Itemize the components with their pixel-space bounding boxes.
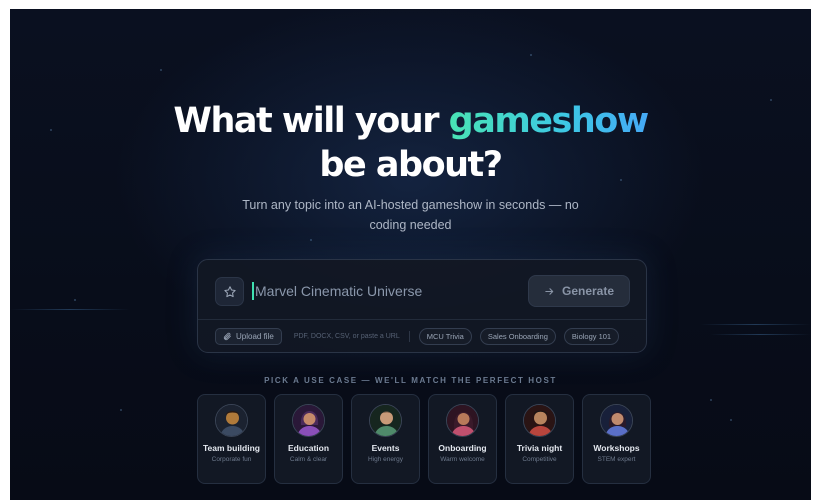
prompt-divider: [198, 319, 646, 320]
use-case-cards: Team building Corporate fun Education Ca…: [197, 394, 651, 484]
suggestion-chip[interactable]: Sales Onboarding: [479, 328, 556, 345]
use-case-title: Team building: [203, 443, 260, 453]
favorite-button[interactable]: [215, 277, 244, 306]
star-icon: [223, 285, 236, 297]
host-avatar: [369, 404, 402, 437]
background-streak: [10, 309, 130, 310]
prompt-options-row: Upload file PDF, DOCX, CSV, or paste a U…: [215, 328, 620, 345]
topic-prompt-box: Generate Upload file PDF, DOCX, CSV, or …: [197, 259, 647, 353]
arrow-right-icon: [545, 287, 554, 295]
chip-separator: [408, 331, 410, 342]
background-particle: [74, 299, 76, 301]
host-avatar: [446, 404, 479, 437]
generate-button[interactable]: Generate: [528, 275, 630, 307]
person-icon: [370, 405, 401, 436]
use-case-title: Trivia night: [516, 443, 563, 453]
background-particle: [120, 409, 122, 411]
paperclip-icon: [223, 332, 231, 341]
background-particle: [730, 419, 732, 421]
generate-label: Generate: [561, 284, 615, 298]
suggestion-chip[interactable]: Biology 101: [563, 328, 620, 345]
upload-file-button[interactable]: Upload file: [215, 328, 282, 345]
text-caret: [252, 282, 254, 300]
topic-input[interactable]: [255, 278, 515, 304]
background-particle: [710, 399, 712, 401]
hero-title-accent: gameshow: [448, 101, 650, 141]
use-case-card-team-building[interactable]: Team building Corporate fun: [197, 394, 266, 484]
use-case-title: Education: [287, 443, 330, 453]
use-case-card-onboarding[interactable]: Onboarding Warm welcome: [428, 394, 497, 484]
host-avatar: [292, 404, 325, 437]
use-case-card-workshops[interactable]: Workshops STEM expert: [582, 394, 651, 484]
person-icon: [293, 405, 324, 436]
upload-file-label: Upload file: [236, 332, 274, 341]
host-avatar: [523, 404, 556, 437]
use-case-card-education[interactable]: Education Calm & clear: [274, 394, 343, 484]
upload-hint: PDF, DOCX, CSV, or paste a URL: [293, 333, 400, 340]
use-case-subtitle: High energy: [367, 456, 404, 463]
use-case-card-events[interactable]: Events High energy: [351, 394, 420, 484]
hero-subtitle: Turn any topic into an AI-hosted gamesho…: [242, 198, 579, 232]
hero-title-start: What will your: [173, 101, 439, 141]
use-case-card-trivia-night[interactable]: Trivia night Competitive: [505, 394, 574, 484]
use-case-subtitle: Competitive: [522, 456, 557, 463]
use-case-subtitle: Calm & clear: [289, 456, 328, 463]
background-particle: [310, 239, 312, 241]
use-case-subtitle: STEM expert: [597, 456, 636, 463]
background-particle: [160, 69, 162, 71]
use-case-title: Workshops: [593, 443, 640, 453]
host-avatar: [600, 404, 633, 437]
hero-title-end: be about?: [319, 145, 503, 185]
host-avatar: [215, 404, 248, 437]
use-case-title: Onboarding: [438, 443, 487, 453]
person-icon: [524, 405, 555, 436]
use-case-subtitle: Corporate fun: [211, 456, 252, 463]
use-case-heading: PICK A USE CASE — WE'LL MATCH THE PERFEC…: [264, 376, 557, 385]
use-case-title: Events: [371, 443, 400, 453]
background-streak: [700, 324, 811, 325]
person-icon: [216, 405, 247, 436]
person-icon: [447, 405, 478, 436]
hero-title: What will your gameshow be about?: [10, 99, 811, 187]
background-particle: [530, 54, 532, 56]
use-case-subtitle: Warm welcome: [440, 456, 485, 463]
person-icon: [601, 405, 632, 436]
background-streak: [710, 334, 811, 335]
app-frame: What will your gameshow be about? Turn a…: [10, 9, 811, 500]
suggestion-chip[interactable]: MCU Trivia: [418, 328, 472, 345]
